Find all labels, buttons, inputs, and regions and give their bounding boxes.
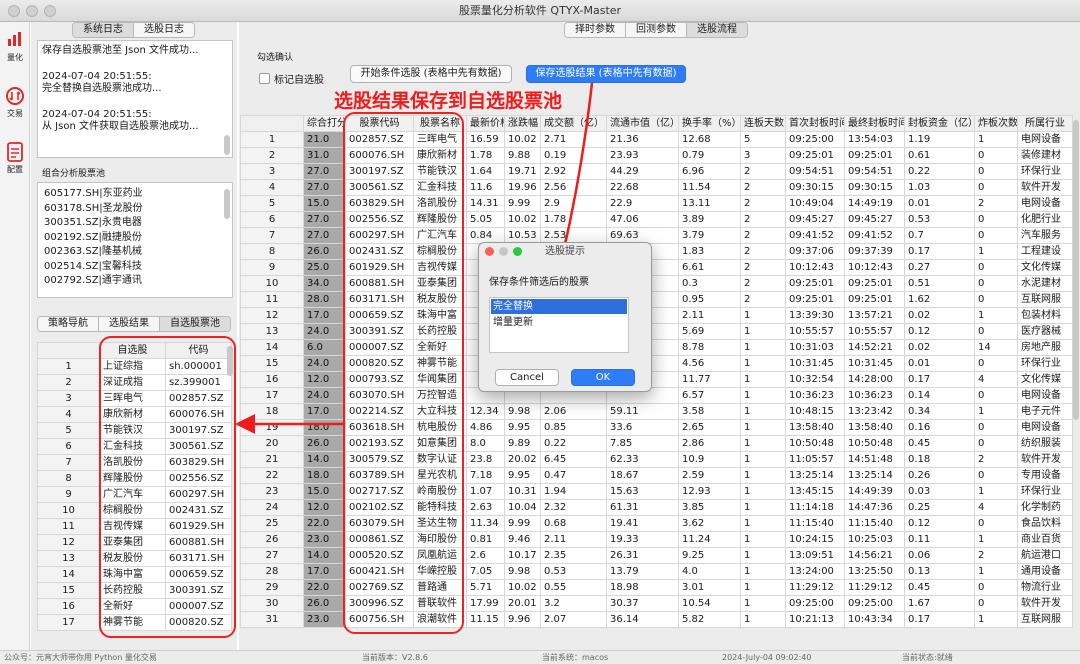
dialog-zoom-button[interactable] <box>513 247 522 256</box>
dialog-prompt: 保存条件筛选后的股票 <box>489 277 589 288</box>
status-state: 当前状态:就绪 <box>902 653 953 662</box>
status-time: 2024-July-04 09:02:40 <box>722 653 812 662</box>
ok-button[interactable]: OK <box>571 369 635 386</box>
cancel-button[interactable]: Cancel <box>495 369 559 386</box>
status-version: 当前版本：V2.8.6 <box>362 653 428 662</box>
dialog-option-list[interactable]: 完全替换 增量更新 <box>489 297 629 353</box>
dialog-close-button[interactable] <box>485 247 494 256</box>
status-system: 当前系统：macos <box>542 653 609 662</box>
status-bar: 公众号：元宵大师带你用 Python 量化交易 当前版本：V2.8.6 当前系统… <box>0 650 1080 664</box>
option-incremental[interactable]: 增量更新 <box>490 315 628 330</box>
dialog-titlebar: 选股提示 <box>479 243 651 261</box>
status-wechat: 公众号：元宵大师带你用 Python 量化交易 <box>4 653 157 662</box>
dialog-title: 选股提示 <box>545 246 585 257</box>
dialog-minimize-button[interactable] <box>499 247 508 256</box>
option-full-replace[interactable]: 完全替换 <box>491 299 627 314</box>
selection-dialog: 选股提示 保存条件筛选后的股票 完全替换 增量更新 Cancel OK <box>478 242 652 392</box>
